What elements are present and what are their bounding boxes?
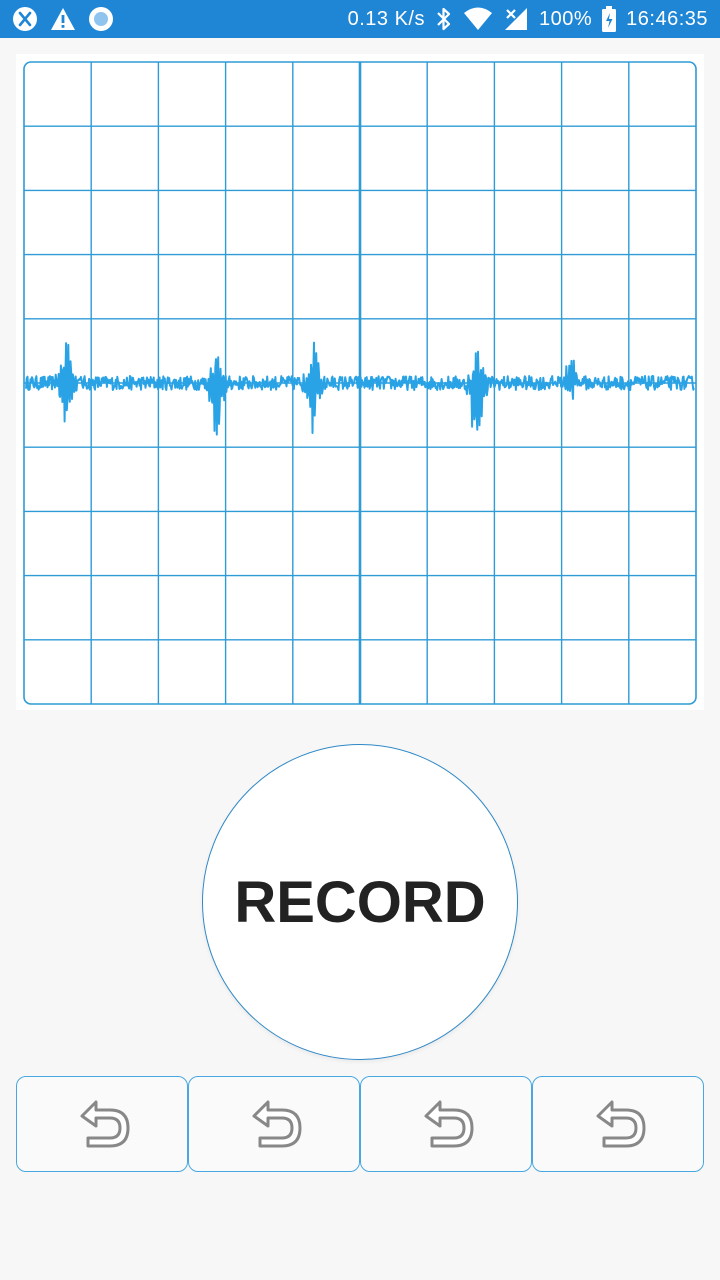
- status-right: 0.13 K/s 100% 16:46:35: [348, 0, 708, 38]
- warning-icon: [50, 7, 76, 31]
- clock: 16:46:35: [626, 8, 708, 30]
- status-bar: 0.13 K/s 100% 16:46:35: [0, 0, 720, 38]
- record-button-label: RECORD: [234, 869, 486, 935]
- app-badge-icon: [12, 6, 38, 32]
- undo-button-4[interactable]: [532, 1076, 704, 1172]
- undo-button-3[interactable]: [360, 1076, 532, 1172]
- network-speed: 0.13 K/s: [347, 8, 425, 30]
- undo-button-1[interactable]: [16, 1076, 188, 1172]
- record-dot-icon: [88, 6, 114, 32]
- undo-icon: [414, 1090, 478, 1159]
- wifi-icon: [463, 7, 493, 31]
- battery-percent: 100%: [538, 8, 593, 30]
- bluetooth-icon: [435, 6, 453, 32]
- battery-icon: [602, 6, 617, 32]
- undo-icon: [70, 1090, 134, 1159]
- record-button[interactable]: RECORD: [202, 744, 518, 1060]
- oscilloscope-panel: [16, 54, 704, 710]
- undo-button-row: [16, 1076, 704, 1172]
- oscilloscope-display: [23, 61, 697, 705]
- undo-icon: [242, 1090, 306, 1159]
- signal-icon: [503, 6, 529, 32]
- undo-button-2[interactable]: [188, 1076, 360, 1172]
- undo-icon: [586, 1090, 650, 1159]
- status-left-icons: [12, 6, 114, 32]
